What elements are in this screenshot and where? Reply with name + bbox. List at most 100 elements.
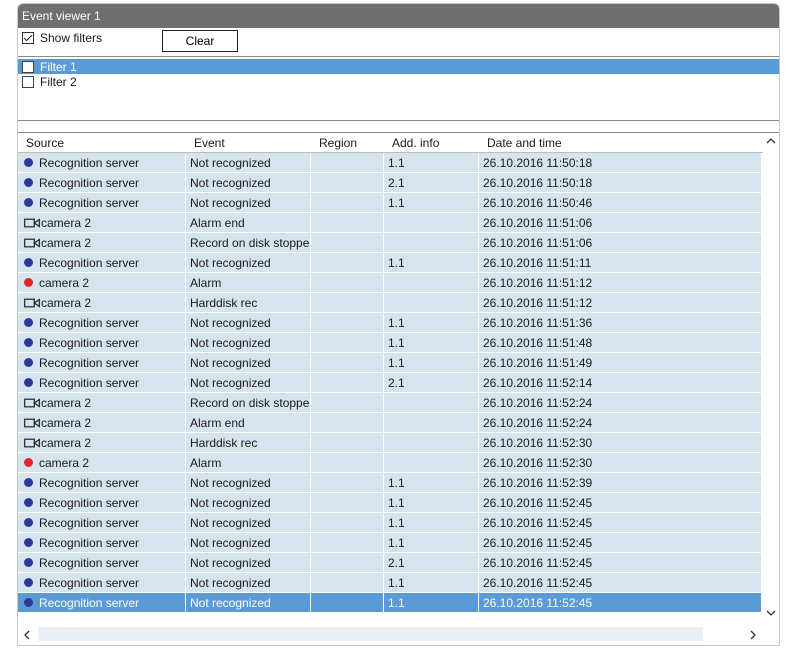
add-info-cell: 1.1	[384, 493, 479, 512]
table-row[interactable]: Recognition server Not recognized 1.1 26.10…	[18, 313, 762, 333]
column-header-event[interactable]: Event	[186, 133, 311, 152]
column-header-date-time[interactable]: Date and time	[479, 133, 762, 152]
cell-text: Recognition server	[39, 496, 140, 510]
table-row[interactable]: Recognition server Not recognized 1.1 26.10…	[18, 513, 762, 533]
server-dot-icon	[24, 316, 39, 327]
filter-item[interactable]: Filter 1	[18, 59, 779, 74]
date-time-cell: 26.10.2016 11:52:30	[479, 453, 762, 472]
table-row[interactable]: camera 2 Harddisk rec 26.10.2016 11:51:12	[18, 293, 762, 313]
cell-text: Harddisk rec	[190, 436, 258, 450]
event-cell: Record on disk stopped	[186, 233, 311, 252]
cell-text: Not recognized	[190, 516, 271, 530]
source-cell: Recognition server	[18, 373, 186, 392]
cell-text: 26.10.2016 11:50:18	[483, 176, 593, 190]
clear-button[interactable]: Clear	[162, 30, 238, 52]
alarm-dot-icon	[24, 276, 39, 287]
table-row[interactable]: Recognition server Not recognized 1.1 26.10…	[18, 353, 762, 373]
event-cell: Not recognized	[186, 333, 311, 352]
filter-checkbox[interactable]	[22, 75, 34, 88]
date-time-cell: 26.10.2016 11:52:30	[479, 433, 762, 452]
add-info-cell	[384, 413, 479, 432]
event-cell: Not recognized	[186, 513, 311, 532]
vertical-scrollbar[interactable]	[763, 133, 779, 625]
cell-text: 26.10.2016 11:52:45	[483, 576, 593, 590]
table-row[interactable]: camera 2 Alarm 26.10.2016 11:52:30	[18, 453, 762, 473]
table-row[interactable]: camera 2 Harddisk rec 26.10.2016 11:52:30	[18, 433, 762, 453]
region-cell	[311, 333, 384, 352]
scroll-right-icon[interactable]	[748, 630, 758, 640]
filter-checkbox[interactable]	[22, 60, 34, 73]
column-header-region[interactable]: Region	[311, 133, 384, 152]
table-row[interactable]: camera 2 Alarm end 26.10.2016 11:51:06	[18, 213, 762, 233]
cell-text: Recognition server	[39, 356, 140, 370]
cell-text: 26.10.2016 11:50:46	[483, 196, 593, 210]
event-cell: Not recognized	[186, 493, 311, 512]
date-time-cell: 26.10.2016 11:52:45	[479, 493, 762, 512]
camera-icon	[24, 396, 41, 408]
scroll-up-icon[interactable]	[766, 136, 776, 146]
table-row[interactable]: Recognition server Not recognized 2.1 26.10…	[18, 373, 762, 393]
region-cell	[311, 453, 384, 472]
add-info-cell	[384, 213, 479, 232]
table-row[interactable]: camera 2 Record on disk stopped 26.10.2016…	[18, 233, 762, 253]
filter-item[interactable]: Filter 2	[18, 74, 779, 89]
cell-text: Not recognized	[190, 156, 271, 170]
date-time-cell: 26.10.2016 11:52:45	[479, 533, 762, 552]
add-info-cell: 1.1	[384, 513, 479, 532]
column-header-add-info[interactable]: Add. info	[384, 133, 479, 152]
table-row[interactable]: Recognition server Not recognized 1.1 26.10…	[18, 333, 762, 353]
table-row[interactable]: camera 2 Record on disk stopped 26.10.2016…	[18, 393, 762, 413]
table-row[interactable]: Recognition server Not recognized 2.1 26.10…	[18, 553, 762, 573]
region-cell	[311, 153, 384, 172]
table-row[interactable]: Recognition server Not recognized 1.1 26.10…	[18, 533, 762, 553]
table-row[interactable]: Recognition server Not recognized 2.1 26.10…	[18, 173, 762, 193]
region-cell	[311, 593, 384, 612]
cell-text: Not recognized	[190, 376, 271, 390]
toolbar: Show filters Clear	[18, 28, 779, 56]
cell-text: Not recognized	[190, 196, 271, 210]
add-info-cell	[384, 233, 479, 252]
table-row[interactable]: Recognition server Not recognized 1.1 26.10…	[18, 593, 762, 613]
event-cell: Alarm	[186, 453, 311, 472]
server-dot-icon	[24, 176, 39, 187]
scroll-down-icon[interactable]	[766, 608, 776, 618]
cell-text: 26.10.2016 11:52:30	[483, 456, 593, 470]
alarm-dot-icon	[24, 456, 39, 467]
show-filters-toggle[interactable]: Show filters	[22, 31, 102, 45]
add-info-cell	[384, 393, 479, 412]
cell-text: Not recognized	[190, 576, 271, 590]
date-time-cell: 26.10.2016 11:52:24	[479, 393, 762, 412]
show-filters-checkbox[interactable]	[22, 32, 34, 44]
cell-text: 26.10.2016 11:51:36	[483, 316, 593, 330]
source-cell: Recognition server	[18, 153, 186, 172]
cell-text: Recognition server	[39, 176, 140, 190]
source-cell: Recognition server	[18, 593, 186, 612]
cell-text: 26.10.2016 11:51:12	[483, 276, 593, 290]
table-row[interactable]: camera 2 Alarm 26.10.2016 11:51:12	[18, 273, 762, 293]
column-header-source[interactable]: Source	[18, 133, 186, 152]
splitter[interactable]	[18, 121, 779, 133]
horizontal-scroll-thumb[interactable]	[38, 627, 703, 641]
region-cell	[311, 573, 384, 592]
date-time-cell: 26.10.2016 11:50:18	[479, 173, 762, 192]
event-cell: Not recognized	[186, 193, 311, 212]
scroll-left-icon[interactable]	[22, 630, 32, 640]
table-row[interactable]: Recognition server Not recognized 1.1 26.10…	[18, 153, 762, 173]
source-cell: Recognition server	[18, 573, 186, 592]
table-row[interactable]: Recognition server Not recognized 1.1 26.10…	[18, 573, 762, 593]
horizontal-scrollbar[interactable]	[18, 625, 779, 645]
server-dot-icon	[24, 376, 39, 387]
source-cell: Recognition server	[18, 553, 186, 572]
table-row[interactable]: camera 2 Alarm end 26.10.2016 11:52:24	[18, 413, 762, 433]
date-time-cell: 26.10.2016 11:51:36	[479, 313, 762, 332]
add-info-cell	[384, 293, 479, 312]
table-row[interactable]: Recognition server Not recognized 1.1 26.10…	[18, 473, 762, 493]
date-time-cell: 26.10.2016 11:51:12	[479, 293, 762, 312]
cell-text: 26.10.2016 11:51:49	[483, 356, 593, 370]
table-row[interactable]: Recognition server Not recognized 1.1 26.10…	[18, 193, 762, 213]
cell-text: 26.10.2016 11:52:45	[483, 596, 593, 610]
table-row[interactable]: Recognition server Not recognized 1.1 26.10…	[18, 253, 762, 273]
grid-rows: Recognition server Not recognized 1.1 26.10…	[18, 153, 762, 613]
table-row[interactable]: Recognition server Not recognized 1.1 26.10…	[18, 493, 762, 513]
filter-list: Filter 1 Filter 2	[18, 56, 779, 121]
